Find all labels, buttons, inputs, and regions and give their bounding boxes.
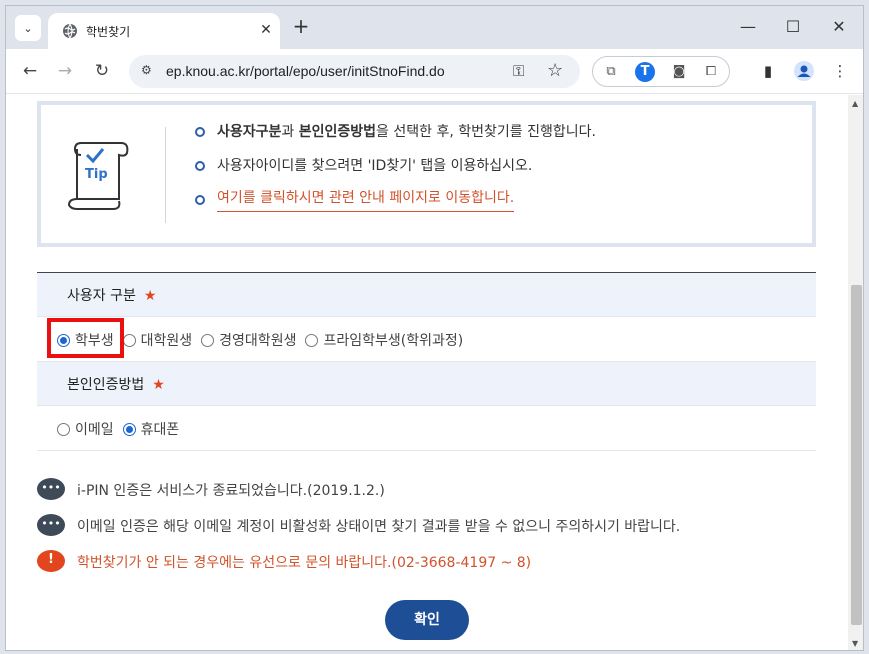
- minimize-icon[interactable]: —: [728, 14, 768, 40]
- required-star: ★: [152, 377, 165, 393]
- extensions-group: ⧉ T ◙ ⧠: [592, 56, 730, 87]
- radio-mobile[interactable]: [122, 422, 136, 436]
- more-menu-icon[interactable]: ⋮: [828, 59, 852, 83]
- tip-box: Tip 사용자구분과 본인인증방법을 선택한 후, 학번찾기를 진행합니다. 사…: [37, 101, 816, 247]
- tab-search-button[interactable]: ⌄: [15, 15, 41, 41]
- maximize-icon[interactable]: ☐: [773, 14, 813, 40]
- radio-prime-undergraduate[interactable]: [305, 333, 319, 347]
- confirm-button[interactable]: 확인: [385, 600, 469, 640]
- radio-business-graduate[interactable]: [201, 333, 215, 347]
- translate-extension-icon[interactable]: T: [635, 62, 655, 82]
- selection-highlight-box: [47, 318, 124, 358]
- guide-page-link[interactable]: 여기를 클릭하시면 관련 안내 페이지로 이동합니다.: [217, 185, 515, 212]
- notice-text: 학번찾기가 안 되는 경우에는 유선으로 문의 바랍니다.(02-3668-41…: [77, 555, 532, 571]
- scrollbar-thumb[interactable]: [851, 285, 862, 625]
- warning-icon: !: [37, 550, 65, 572]
- user-type-label: 사용자 구분: [67, 288, 136, 304]
- tip-bullet-icon: [195, 195, 205, 205]
- radio-label-graduate[interactable]: 대학원생: [141, 330, 193, 350]
- find-student-no-form: 사용자 구분 ★ 학부생 대학원생 경영대학원생 프라임학부생(학위과정) 본인인…: [37, 272, 816, 451]
- auth-method-label: 본인인증방법: [67, 377, 145, 393]
- new-tab-button[interactable]: +: [290, 16, 312, 38]
- radio-email[interactable]: [57, 422, 70, 436]
- back-icon[interactable]: ←: [18, 59, 42, 83]
- tip-bullet-icon: [195, 161, 205, 171]
- radio-label-email[interactable]: 이메일: [75, 419, 114, 439]
- tip-bullet-icon: [195, 127, 205, 137]
- address-bar[interactable]: ⚙ ep.knou.ac.kr/portal/epo/user/initStno…: [129, 55, 580, 88]
- scroll-up-icon[interactable]: ▲: [852, 99, 858, 108]
- bookmark-star-icon[interactable]: ☆: [547, 60, 563, 81]
- camera-extension-icon[interactable]: ◙: [669, 62, 689, 82]
- tab-title: 학번찾기: [86, 25, 131, 39]
- radio-label-prime-undergraduate[interactable]: 프라임학부생(학위과정): [323, 330, 463, 350]
- close-tab-icon[interactable]: ✕: [257, 21, 275, 39]
- scroll-down-icon[interactable]: ▼: [852, 639, 858, 648]
- speech-bubble-icon: •••: [37, 478, 65, 500]
- tip-divider: [165, 127, 166, 223]
- profile-avatar-icon[interactable]: [792, 59, 816, 83]
- user-type-header: 사용자 구분 ★: [37, 273, 816, 317]
- puzzle-extensions-icon[interactable]: ⧠: [701, 62, 721, 82]
- globe-icon: [63, 23, 77, 39]
- browser-toolbar: ← → ↻ ⚙ ep.knou.ac.kr/portal/epo/user/in…: [6, 49, 863, 94]
- required-star: ★: [143, 288, 157, 304]
- tip-icon-label: Tip: [85, 167, 108, 182]
- tip-scroll-icon: Tip: [67, 142, 129, 210]
- radio-label-mobile[interactable]: 휴대폰: [141, 419, 180, 439]
- auth-method-options: 이메일 휴대폰: [37, 406, 816, 451]
- key-icon[interactable]: ⚿: [513, 62, 524, 80]
- url-text[interactable]: ep.knou.ac.kr/portal/epo/user/initStnoFi…: [166, 63, 445, 79]
- user-type-options: 학부생 대학원생 경영대학원생 프라임학부생(학위과정): [37, 317, 816, 362]
- auth-method-header: 본인인증방법 ★: [37, 362, 816, 406]
- tab-strip: ⌄ 학번찾기 ✕ + — ☐ ✕: [6, 6, 863, 49]
- vertical-scrollbar[interactable]: ▲ ▼: [848, 95, 863, 650]
- reload-icon[interactable]: ↻: [90, 59, 114, 83]
- copy-extension-icon[interactable]: ⧉: [601, 62, 621, 82]
- browser-tab[interactable]: 학번찾기 ✕: [48, 13, 280, 49]
- speech-bubble-icon: •••: [37, 514, 65, 536]
- notice-text: 이메일 인증은 해당 이메일 계정이 비활성화 상태이면 찾기 결과를 받을 수…: [77, 519, 681, 535]
- notice-text: i-PIN 인증은 서비스가 종료되었습니다.(2019.1.2.): [77, 483, 385, 499]
- browser-window: ⌄ 학번찾기 ✕ + — ☐ ✕ ← → ↻ ⚙ ep.knou.ac.kr/p…: [5, 5, 864, 651]
- forward-icon[interactable]: →: [53, 59, 77, 83]
- side-panel-icon[interactable]: ▮: [756, 59, 780, 83]
- radio-label-business-graduate[interactable]: 경영대학원생: [219, 330, 296, 350]
- close-window-icon[interactable]: ✕: [819, 14, 859, 40]
- radio-graduate[interactable]: [122, 333, 136, 347]
- page-content: Tip 사용자구분과 본인인증방법을 선택한 후, 학번찾기를 진행합니다. 사…: [6, 95, 848, 650]
- site-settings-icon[interactable]: ⚙: [141, 63, 157, 79]
